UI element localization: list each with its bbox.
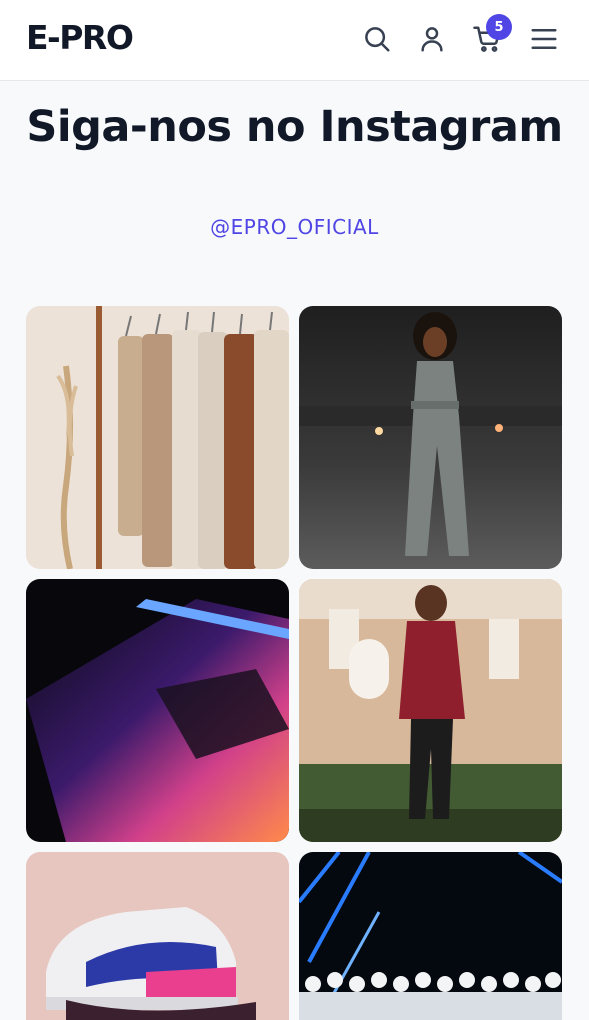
menu-button[interactable] (527, 22, 561, 56)
logo[interactable]: E-PRO (26, 18, 134, 58)
menu-icon (531, 29, 557, 49)
section-title: Siga-nos no Instagram (26, 102, 563, 152)
account-button[interactable] (415, 22, 449, 56)
gallery-photo-woman-jumpsuit[interactable] (299, 306, 562, 569)
user-icon (421, 27, 443, 52)
gallery-photo-sneaker[interactable] (26, 852, 289, 1020)
search-icon (365, 27, 390, 52)
site-header: E-PRO 5 (0, 0, 589, 81)
search-button[interactable] (360, 22, 394, 56)
gallery-photo-stormtroopers[interactable] (299, 852, 562, 1020)
gallery-photo-woman-red-jacket[interactable] (299, 579, 562, 842)
gallery-photo-laptop[interactable] (26, 579, 289, 842)
gallery-photo-clothing-rack[interactable] (26, 306, 289, 569)
instagram-handle-link[interactable]: @EPRO_OFICIAL (0, 215, 589, 239)
cart-count-badge: 5 (486, 14, 512, 40)
